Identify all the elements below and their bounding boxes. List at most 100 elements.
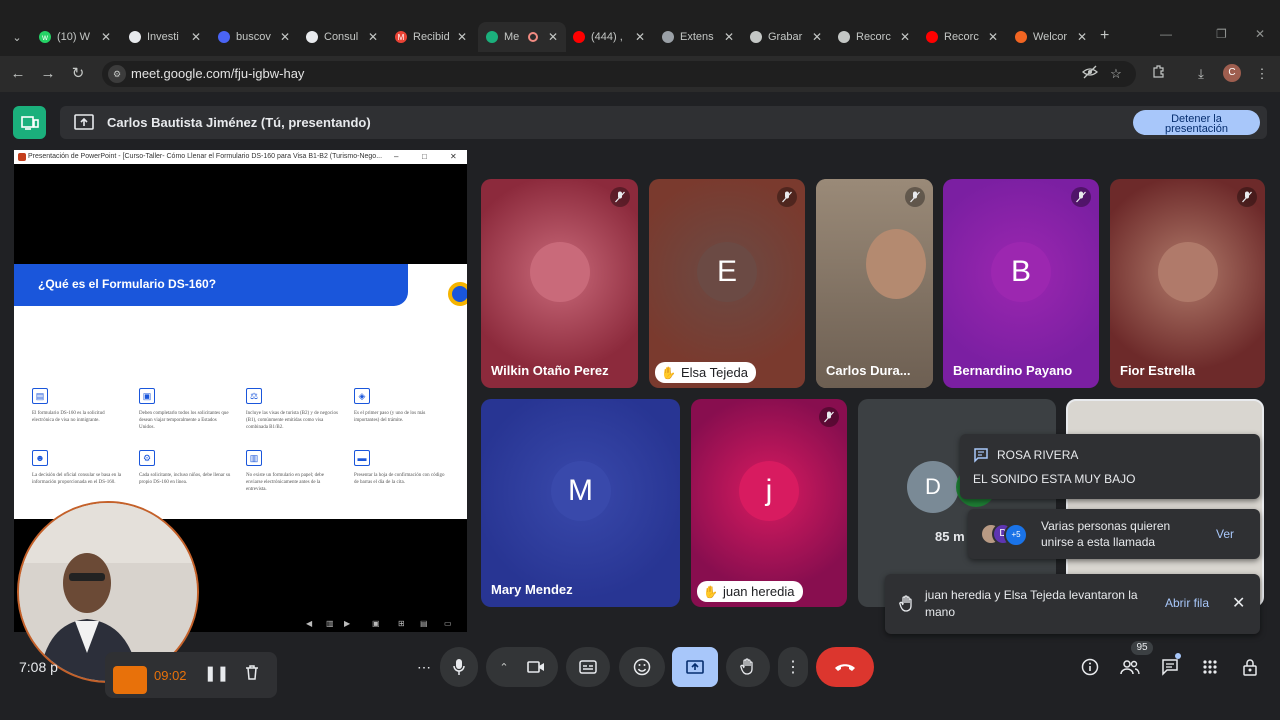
participant-name: Fior Estrella: [1120, 363, 1196, 378]
slide: ¿Qué es el Formulario DS-160? ▤ El formul…: [14, 264, 467, 519]
tab-title: Welcor: [1033, 31, 1068, 43]
tab-search-chevron-icon[interactable]: ⌄: [8, 26, 26, 48]
close-tab-icon[interactable]: ✕: [810, 30, 824, 44]
camera-button[interactable]: ⌃: [486, 647, 558, 687]
slide-cell-icon: ☻: [32, 450, 48, 466]
more-reactions-button[interactable]: ⋯: [406, 647, 442, 687]
join-request-notification[interactable]: D +5 Varias personas quieren unirse a es…: [968, 509, 1260, 559]
slide-info-cell: ▬ Presentar la hoja de confirmación con c…: [354, 450, 448, 486]
presenting-banner: Carlos Bautista Jiménez (Tú, presentando…: [60, 106, 1267, 139]
pause-recording-button[interactable]: ❚❚: [204, 664, 229, 682]
browser-tab[interactable]: Investi ✕: [121, 26, 209, 48]
leave-call-button[interactable]: [816, 647, 874, 687]
close-notification-icon[interactable]: ✕: [1232, 593, 1245, 613]
raised-hand-notification[interactable]: juan heredia y Elsa Tejeda levantaron la…: [885, 574, 1260, 634]
discard-recording-button[interactable]: [245, 664, 259, 684]
participant-tile[interactable]: Wilkin Otaño Perez: [481, 179, 638, 388]
browser-tab[interactable]: Extens ✕: [654, 26, 742, 48]
trash-icon: [246, 665, 258, 680]
browser-tab[interactable]: w (10) W ✕: [31, 26, 119, 48]
back-button[interactable]: ←: [8, 64, 28, 84]
browser-tab[interactable]: M Recibid ✕: [387, 26, 475, 48]
tab-favicon-icon: [750, 31, 762, 43]
raise-hand-icon: [740, 658, 753, 675]
participant-avatar: [1157, 241, 1218, 302]
participant-tile[interactable]: E ✋ Elsa Tejeda: [649, 179, 805, 388]
open-hand-queue-button[interactable]: Abrir fila: [1165, 596, 1209, 610]
browser-tab[interactable]: Consul ✕: [298, 26, 386, 48]
chat-notification[interactable]: ROSA RIVERA EL SONIDO ESTA MUY BAJO: [960, 434, 1260, 499]
stop-presenting-button[interactable]: Detener la presentación: [1133, 110, 1260, 135]
tab-favicon-icon: [486, 31, 498, 43]
close-tab-icon[interactable]: ✕: [1075, 30, 1089, 44]
browser-tab[interactable]: Recorc ✕: [918, 26, 1006, 48]
view-join-requests-button[interactable]: Ver: [1216, 527, 1234, 541]
people-button[interactable]: [1119, 656, 1141, 678]
browser-tab[interactable]: (444) , ✕: [565, 26, 653, 48]
close-tab-icon[interactable]: ✕: [189, 30, 203, 44]
browser-tab[interactable]: Recorc ✕: [830, 26, 918, 48]
close-tab-icon[interactable]: ✕: [455, 30, 469, 44]
raise-hand-button[interactable]: [726, 647, 770, 687]
more-options-button[interactable]: ⋮: [778, 647, 808, 687]
reactions-button[interactable]: [619, 647, 665, 687]
download-icon[interactable]: ⤓: [1191, 64, 1211, 84]
eye-off-icon[interactable]: [1080, 64, 1100, 84]
tab-title: Consul: [324, 31, 359, 43]
browser-menu-icon[interactable]: ⋮: [1252, 64, 1272, 84]
profile-avatar[interactable]: C: [1223, 64, 1241, 82]
close-tab-icon[interactable]: ✕: [278, 30, 292, 44]
microphone-button[interactable]: [440, 647, 478, 687]
close-tab-icon[interactable]: ✕: [366, 30, 380, 44]
extensions-icon[interactable]: [1149, 64, 1169, 84]
forward-button[interactable]: →: [38, 64, 58, 84]
participant-tile[interactable]: Fior Estrella: [1110, 179, 1265, 388]
participant-tile[interactable]: M Mary Mendez: [481, 399, 680, 607]
reload-button[interactable]: ↻: [68, 64, 88, 84]
slide-info-cell: ◈ Es el primer paso (y uno de los más imp…: [354, 388, 448, 424]
close-window-icon[interactable]: ✕: [1255, 27, 1265, 41]
people-count-badge: 95: [1131, 641, 1153, 655]
slide-cell-icon: ⚖: [246, 388, 262, 404]
close-tab-icon[interactable]: ✕: [986, 30, 1000, 44]
browser-tab[interactable]: buscov ✕: [210, 26, 298, 48]
present-button[interactable]: [672, 647, 718, 687]
raise-hand-icon: [899, 595, 912, 612]
participant-tile[interactable]: Carlos Dura...: [816, 179, 933, 388]
mic-off-icon: [1237, 187, 1257, 207]
camera-options-chevron-icon[interactable]: ⌃: [499, 661, 508, 674]
new-tab-button[interactable]: +: [1100, 27, 1109, 45]
tab-favicon-icon: [1015, 31, 1027, 43]
browser-tab[interactable]: Welcor ✕: [1007, 26, 1095, 48]
captions-button[interactable]: [566, 647, 610, 687]
close-tab-icon[interactable]: ✕: [898, 30, 912, 44]
slide-info-cell: ⚙ Cada solicitante, incluso niños, debe l…: [139, 450, 233, 486]
tab-title: (444) ,: [591, 31, 623, 43]
slide-cell-text: No existe un formulario en papel; debe e…: [246, 473, 325, 492]
close-tab-icon[interactable]: ✕: [546, 30, 560, 44]
browser-tab[interactable]: Me ✕: [478, 22, 566, 52]
participant-tile[interactable]: B Bernardino Payano: [943, 179, 1099, 388]
meeting-details-button[interactable]: [1079, 656, 1101, 678]
participant-tile[interactable]: j ✋ juan heredia: [691, 399, 847, 607]
host-controls-button[interactable]: [1239, 656, 1261, 678]
tab-favicon-icon: [129, 31, 141, 43]
slide-cell-text: Deben completarlo todos los solicitantes…: [139, 411, 229, 430]
activities-button[interactable]: [1199, 656, 1221, 678]
minimize-icon[interactable]: —: [1160, 27, 1172, 41]
tab-favicon-icon: [662, 31, 674, 43]
participant-avatar: [529, 241, 590, 302]
close-tab-icon[interactable]: ✕: [722, 30, 736, 44]
ppt-next-icon: ▶: [344, 619, 351, 628]
presentation-layout-button[interactable]: [13, 106, 46, 139]
participant-avatar: M: [550, 461, 611, 522]
site-info-icon[interactable]: ⚙: [108, 65, 126, 83]
maximize-icon[interactable]: ❐: [1216, 27, 1227, 41]
chat-button[interactable]: [1159, 653, 1181, 678]
close-tab-icon[interactable]: ✕: [633, 30, 647, 44]
tab-favicon-icon: [218, 31, 230, 43]
close-tab-icon[interactable]: ✕: [99, 30, 113, 44]
browser-tab[interactable]: Grabar ✕: [742, 26, 830, 48]
slide-cell-text: El formulario DS-160 es la solicitud ele…: [32, 411, 105, 423]
bookmark-star-icon[interactable]: ☆: [1106, 64, 1126, 84]
